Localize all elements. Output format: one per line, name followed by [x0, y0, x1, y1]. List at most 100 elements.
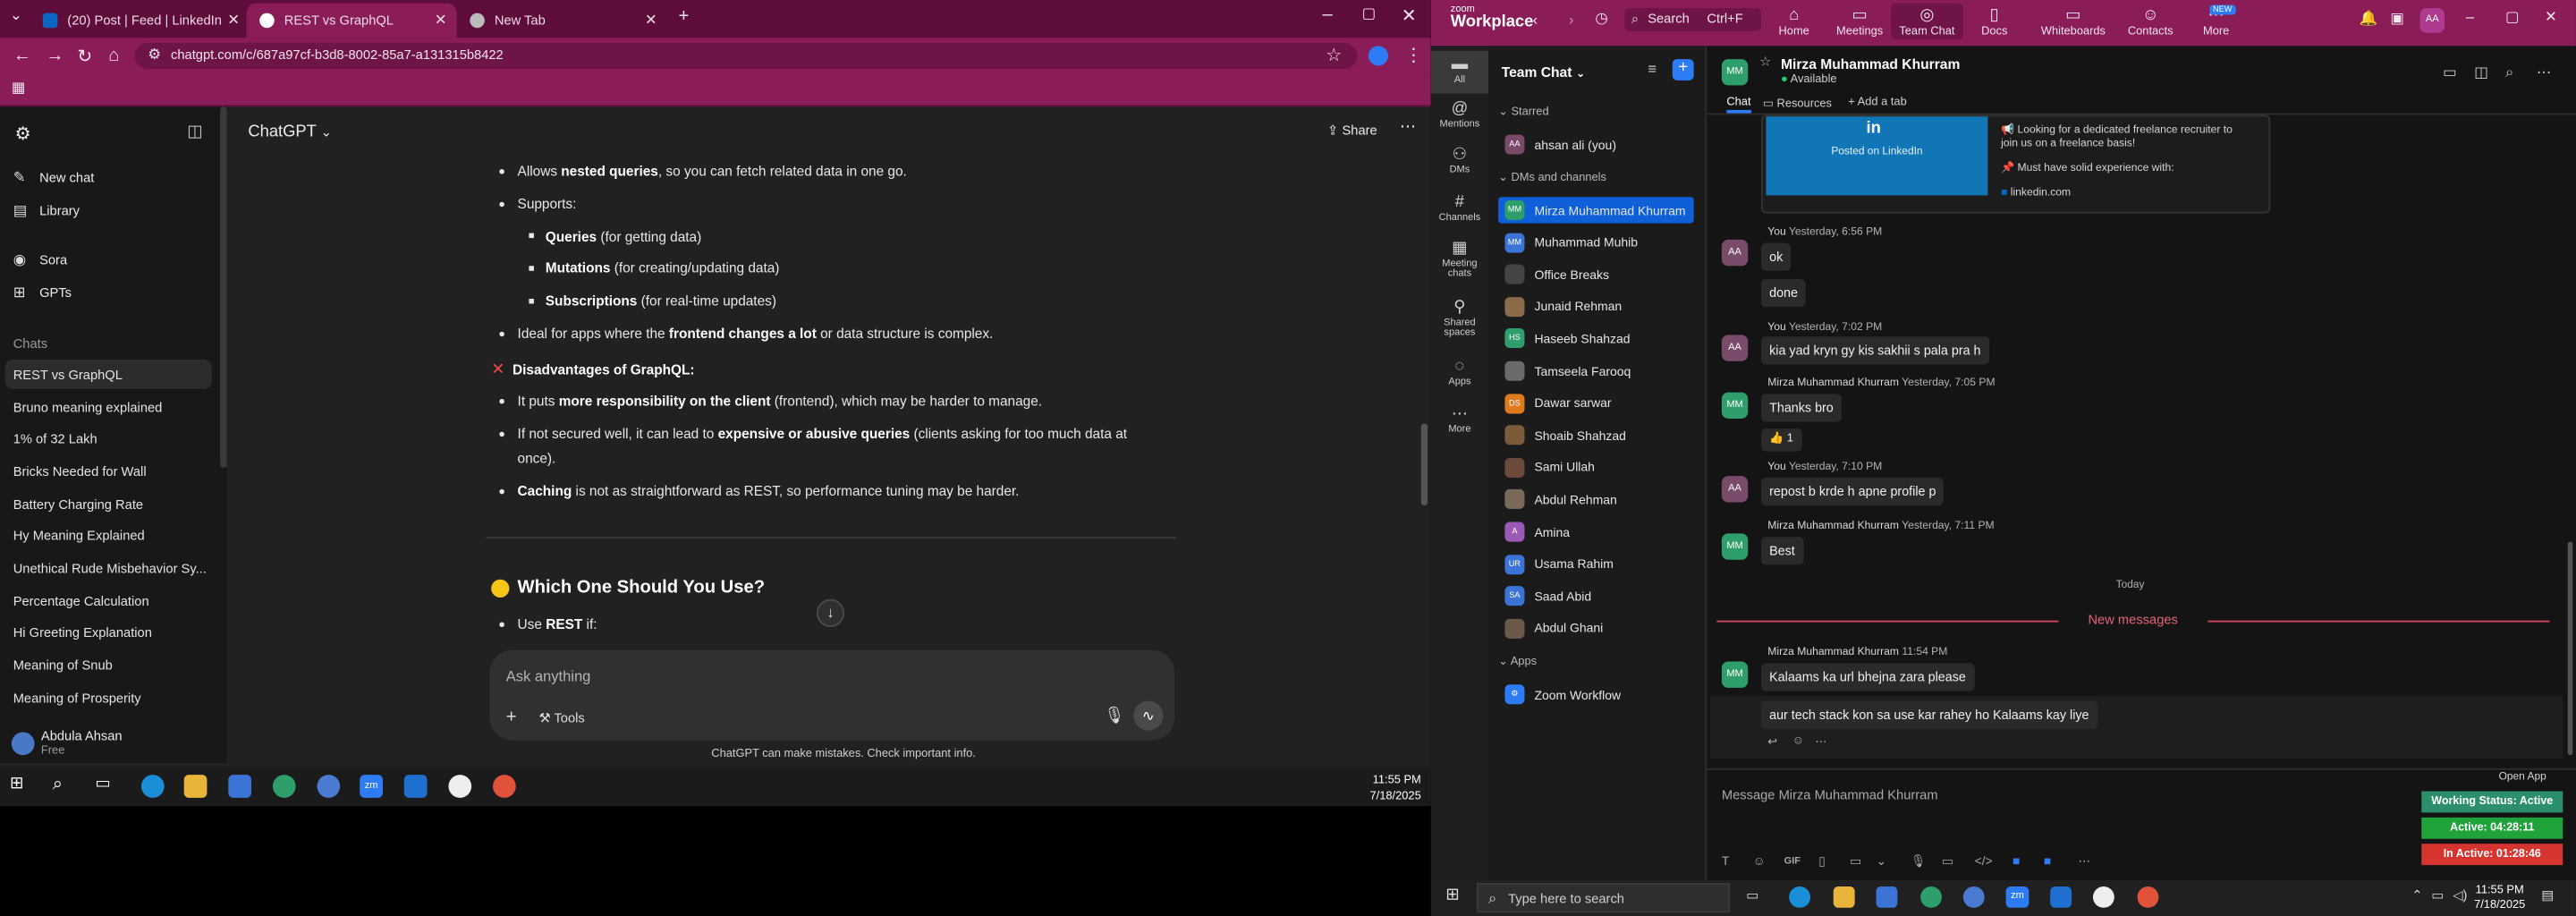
- rail-dms[interactable]: ⚇ DMs: [1431, 146, 1488, 175]
- gif-icon[interactable]: GIF: [1784, 857, 1801, 867]
- vscode-icon[interactable]: [403, 775, 428, 798]
- back-icon[interactable]: ←: [13, 46, 31, 65]
- close-icon[interactable]: ✕: [435, 12, 447, 30]
- sidebar-toggle-icon[interactable]: ◫: [187, 123, 202, 141]
- rail-mentions[interactable]: @ Mentions: [1431, 100, 1488, 130]
- reaction-badge[interactable]: 👍 1: [1760, 428, 1802, 452]
- contact-item[interactable]: SA Saad Abid: [1504, 583, 1693, 609]
- window-close-icon[interactable]: ✕: [1402, 5, 1417, 26]
- file-explorer-icon[interactable]: [1833, 886, 1855, 908]
- library-button[interactable]: ▤ Library: [13, 202, 80, 220]
- avatar[interactable]: AA: [1721, 239, 1749, 267]
- close-icon[interactable]: ✕: [227, 12, 240, 30]
- emoji-icon[interactable]: ☺: [1753, 853, 1766, 869]
- nav-team-chat[interactable]: ◎ Team Chat: [1891, 3, 1963, 40]
- file-explorer-icon[interactable]: [183, 775, 208, 798]
- avatar[interactable]: MM: [1721, 533, 1749, 560]
- tab-search-icon[interactable]: ⌄: [10, 6, 22, 24]
- app-icon[interactable]: ■: [2044, 853, 2051, 869]
- rail-shared-spaces[interactable]: ⚲ Shared spaces: [1431, 299, 1488, 338]
- edge-icon[interactable]: [1789, 886, 1811, 908]
- nav-docs[interactable]: ▯ Docs: [1958, 6, 2030, 38]
- chat-name[interactable]: Mirza Muhammad Khurram: [1781, 55, 1960, 72]
- nav-contacts[interactable]: ☺ Contacts: [2114, 6, 2187, 38]
- audio-icon[interactable]: 🎙: [1911, 853, 1927, 869]
- tab-linkedin[interactable]: (20) Post | Feed | LinkedIn ✕: [30, 4, 250, 38]
- windows-start-icon[interactable]: ⊞: [10, 775, 33, 798]
- contact-item[interactable]: Abdul Rehman: [1504, 487, 1693, 513]
- reply-icon[interactable]: ↩: [1767, 735, 1777, 749]
- format-text-icon[interactable]: T: [1722, 853, 1729, 869]
- contact-item[interactable]: AA ahsan ali (you): [1504, 131, 1693, 157]
- minimize-icon[interactable]: –: [1323, 5, 1333, 25]
- file-icon[interactable]: ▯: [1818, 853, 1826, 869]
- close-icon[interactable]: ✕: [645, 12, 657, 30]
- edge-icon[interactable]: [140, 775, 165, 798]
- history-icon[interactable]: ◷: [1595, 10, 1607, 28]
- model-selector[interactable]: ChatGPT ⌄: [248, 123, 332, 141]
- tab-chat[interactable]: Chat: [1726, 97, 1751, 114]
- zoom-icon[interactable]: zm: [360, 775, 383, 798]
- avatar[interactable]: MM: [1721, 661, 1749, 688]
- store-icon[interactable]: [228, 775, 252, 798]
- emoji-icon[interactable]: ☺: [1792, 735, 1804, 747]
- chat-item[interactable]: Unethical Rude Misbehavior Sy...: [13, 562, 207, 577]
- message-bubble[interactable]: Thanks bro: [1760, 394, 1842, 422]
- chat-item[interactable]: 1% of 32 Lakh: [13, 432, 97, 447]
- chat-item[interactable]: Bricks Needed for Wall: [13, 464, 147, 479]
- message-bubble[interactable]: aur tech stack kon sa use kar rahey ho K…: [1760, 700, 2097, 729]
- notifications-icon[interactable]: ▤: [2541, 888, 2554, 903]
- rail-channels[interactable]: # Channels: [1431, 194, 1488, 224]
- app-item[interactable]: ⚙ Zoom Workflow: [1504, 682, 1693, 708]
- contact-item[interactable]: Sami Ullah: [1504, 454, 1693, 480]
- chat-item[interactable]: Meaning of Prosperity: [13, 691, 141, 707]
- maximize-icon[interactable]: ▢: [1362, 5, 1377, 23]
- chrome-icon[interactable]: [2137, 886, 2159, 908]
- starred-section[interactable]: ⌄ Starred: [1498, 105, 1549, 118]
- taskbar-clock[interactable]: 11:55 PM 7/18/2025: [2474, 883, 2525, 912]
- gpts-button[interactable]: ⊞ GPTs: [13, 284, 72, 301]
- window-close-icon[interactable]: ✕: [2545, 8, 2557, 26]
- more-options-icon[interactable]: ⋯: [2078, 853, 2090, 869]
- star-icon[interactable]: ☆: [1759, 55, 1771, 70]
- more-options-icon[interactable]: ⋯: [2537, 64, 2552, 82]
- apps-section[interactable]: ⌄ Apps: [1498, 655, 1537, 668]
- home-icon[interactable]: ⌂: [108, 46, 119, 65]
- avatar[interactable]: MM: [1721, 392, 1749, 419]
- reload-icon[interactable]: ↻: [77, 46, 92, 67]
- contact-item[interactable]: MM Mirza Muhammad Khurram: [1498, 197, 1694, 224]
- chevron-down-icon[interactable]: ⌄: [1877, 853, 1887, 869]
- message-input[interactable]: [1721, 783, 2412, 807]
- contact-item[interactable]: Office Breaks: [1504, 261, 1693, 287]
- message-bubble[interactable]: repost b krde h apne profile p: [1760, 478, 1945, 506]
- contact-item[interactable]: A Amina: [1504, 519, 1693, 545]
- avatar[interactable]: AA: [1721, 476, 1749, 503]
- chrome-icon[interactable]: [272, 775, 296, 798]
- site-info-icon[interactable]: ⚙: [148, 46, 161, 64]
- chat-item[interactable]: Hi Greeting Explanation: [13, 625, 152, 640]
- user-avatar[interactable]: [11, 732, 35, 756]
- network-icon[interactable]: ▭: [2431, 888, 2444, 903]
- task-view-icon[interactable]: ▭: [1746, 888, 1758, 903]
- message-bubble[interactable]: done: [1760, 278, 1807, 308]
- linkedin-preview-card[interactable]: in Posted on LinkedIn 📢 Looking for a de…: [1760, 114, 2271, 214]
- avatar[interactable]: MM: [1721, 59, 1749, 86]
- chrome-icon[interactable]: [493, 775, 516, 798]
- chat-item[interactable]: Hy Meaning Explained: [13, 529, 145, 544]
- prompt-input[interactable]: [505, 665, 1097, 688]
- user-name[interactable]: Abdula Ahsan: [41, 729, 123, 744]
- taskbar-search[interactable]: ⌕ Type here to search: [1477, 883, 1731, 913]
- microphone-icon[interactable]: 🎙: [1104, 708, 1124, 725]
- video-call-icon[interactable]: ▭: [2443, 64, 2457, 82]
- contact-item[interactable]: MM Muhammad Muhib: [1504, 229, 1693, 255]
- voice-mode-icon[interactable]: ∿: [1133, 700, 1164, 731]
- dms-section[interactable]: ⌄ DMs and channels: [1498, 171, 1606, 184]
- search-icon[interactable]: ⌕: [53, 775, 76, 798]
- new-tab-icon[interactable]: +: [679, 6, 690, 26]
- profile-icon[interactable]: [1368, 46, 1389, 66]
- rail-all[interactable]: ▬ All: [1430, 50, 1489, 94]
- chat-item[interactable]: REST vs GraphQL: [13, 368, 123, 383]
- app-icon[interactable]: ■: [2012, 853, 2020, 869]
- chat-item[interactable]: Bruno meaning explained: [13, 401, 163, 416]
- more-options-icon[interactable]: ⋯: [1400, 118, 1416, 136]
